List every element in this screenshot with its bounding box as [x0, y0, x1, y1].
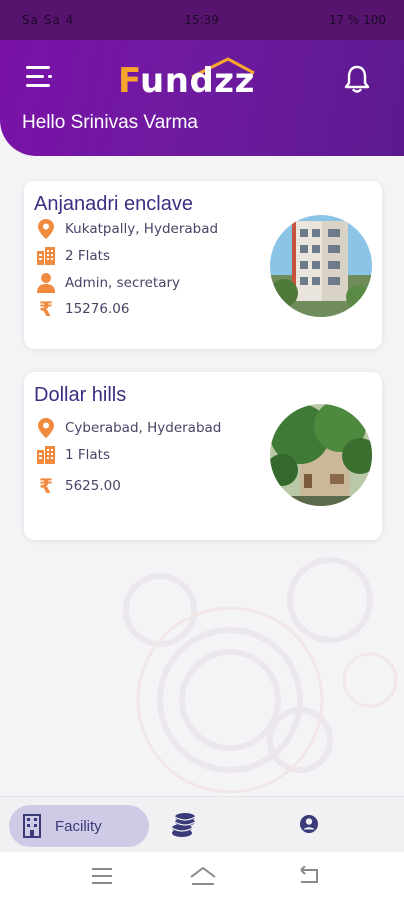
property-card[interactable]: Dollar hills Cyberabad, Hyderabad 1 Flat…: [24, 372, 382, 540]
system-nav-bar: [0, 852, 404, 900]
flats-row: 1 Flats: [36, 443, 110, 467]
flats-text: 2 Flats: [65, 248, 110, 264]
amount-row: ₹ 15276.06: [36, 297, 129, 321]
building-icon: [36, 445, 56, 465]
back-icon[interactable]: [297, 866, 321, 886]
flats-row: 2 Flats: [36, 244, 110, 268]
rupee-icon: ₹: [39, 297, 53, 321]
property-name: Anjanadri enclave: [34, 193, 193, 215]
role-row: Admin, secretary: [36, 271, 180, 295]
location-row: Kukatpally, Hyderabad: [36, 217, 218, 241]
nav-facility-label: Facility: [55, 817, 102, 835]
location-row: Cyberabad, Hyderabad: [36, 416, 221, 440]
bottom-nav: Facility: [0, 796, 404, 852]
status-left: Sa Sa 4: [22, 13, 75, 27]
greeting-text: Hello Srinivas Varma: [22, 112, 198, 133]
role-text: Admin, secretary: [65, 275, 181, 291]
logo-text: Fundzz: [118, 61, 255, 101]
app-header: Fundzz Hello Srinivas Varma: [0, 40, 404, 156]
amount-text: 5625.00: [65, 478, 121, 494]
amount-text: 15276.06: [65, 301, 130, 317]
property-card[interactable]: Anjanadri enclave Kukatpally, Hyderabad …: [24, 181, 382, 349]
bell-icon[interactable]: [340, 62, 374, 96]
status-right: 17 % 100: [328, 13, 386, 27]
person-icon: [36, 273, 56, 293]
location-pin-icon: [36, 418, 56, 438]
location-pin-icon: [36, 219, 56, 239]
building-icon: [23, 814, 41, 838]
nav-facility-tab[interactable]: Facility: [9, 805, 149, 847]
fundzz-logo: Fundzz: [118, 55, 268, 103]
property-photo: [270, 404, 372, 506]
background-decoration: [123, 557, 398, 794]
status-bar: Sa Sa 4 15:39 17 % 100: [0, 0, 404, 40]
menu-icon[interactable]: [26, 66, 54, 88]
building-icon: [36, 246, 56, 266]
rupee-icon: ₹: [39, 474, 53, 498]
property-name: Dollar hills: [34, 384, 127, 406]
location-text: Kukatpally, Hyderabad: [65, 221, 219, 237]
home-icon[interactable]: [189, 866, 217, 888]
recent-apps-icon[interactable]: [91, 866, 113, 886]
property-photo: [270, 215, 372, 317]
flats-text: 1 Flats: [65, 447, 110, 463]
coins-icon[interactable]: [170, 812, 198, 840]
account-icon[interactable]: [297, 812, 321, 836]
amount-row: ₹ 5625.00: [36, 474, 121, 498]
status-time: 15:39: [184, 13, 219, 27]
location-text: Cyberabad, Hyderabad: [65, 420, 222, 436]
